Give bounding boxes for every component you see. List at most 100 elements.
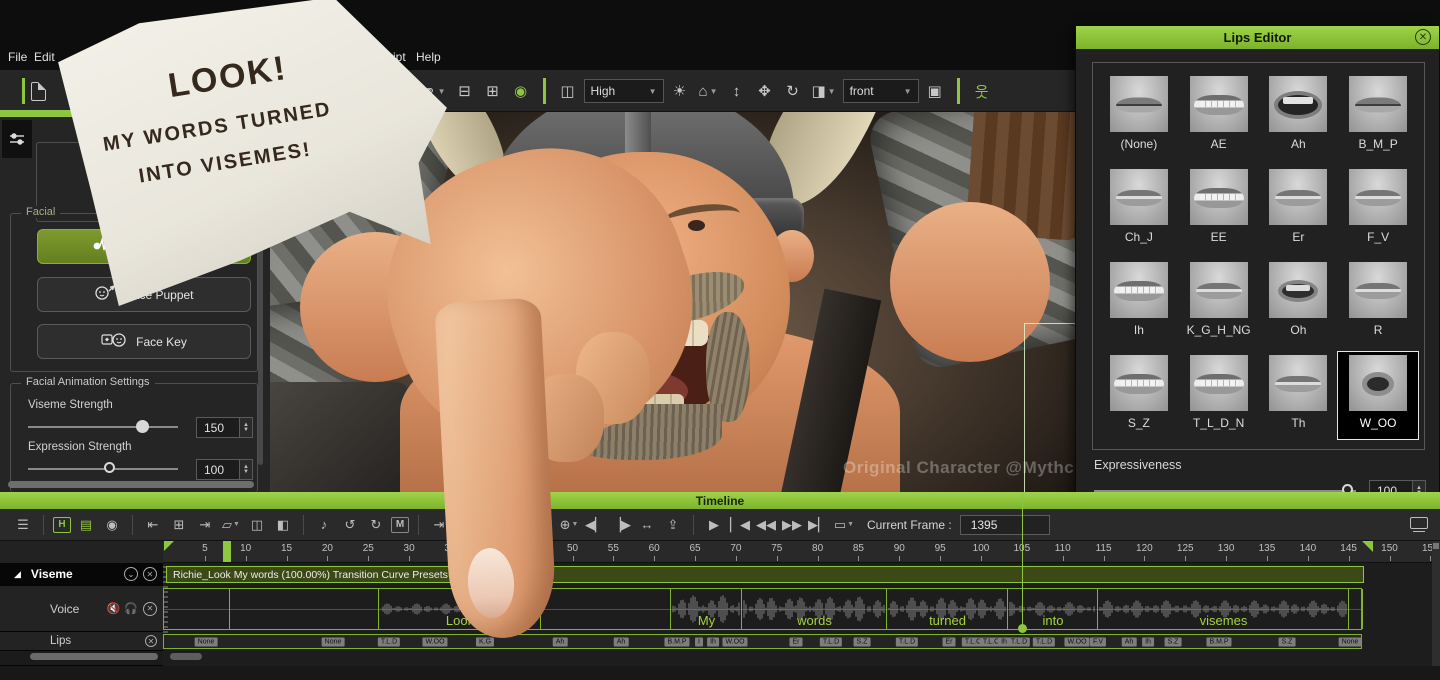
camera-view-dropdown[interactable]: front▼ bbox=[843, 79, 919, 103]
display-toggle-icon[interactable] bbox=[1410, 517, 1428, 529]
play-icon[interactable]: ▶ bbox=[703, 514, 725, 536]
character-icon[interactable]: 웃 bbox=[970, 78, 994, 104]
new-project-icon[interactable] bbox=[31, 82, 46, 101]
voice-segment-words[interactable]: words bbox=[742, 589, 887, 629]
voice-segment[interactable] bbox=[1349, 589, 1363, 629]
split-icon[interactable]: ◫ bbox=[246, 514, 268, 536]
lip-key-ah[interactable]: Ah bbox=[1122, 637, 1137, 646]
voice-clip[interactable]: LookMywordsturnedintovisemes bbox=[163, 588, 1362, 630]
move-icon[interactable]: ✥ bbox=[752, 78, 776, 104]
music-note-icon[interactable]: ♪ bbox=[313, 514, 335, 536]
object-tracks-icon[interactable]: ◉ bbox=[101, 514, 123, 536]
timeline-ruler[interactable]: 5101520253035404550556065707580859095100… bbox=[163, 541, 1432, 563]
lip-key-i[interactable]: I bbox=[695, 637, 703, 646]
remove-voice-icon[interactable]: ✕ bbox=[143, 602, 157, 616]
lip-key-ih[interactable]: Ih bbox=[707, 637, 719, 646]
viseme-cell-w_oo[interactable]: W_OO bbox=[1338, 352, 1418, 439]
expression-strength-value[interactable]: 100 bbox=[196, 459, 240, 480]
play-to-left-icon[interactable]: ◀▏ bbox=[584, 514, 606, 536]
lip-key-s.z[interactable]: S.Z bbox=[854, 637, 871, 646]
menu-edit[interactable]: Edit bbox=[34, 50, 55, 64]
viseme-cell-ch_j[interactable]: Ch_J bbox=[1099, 166, 1179, 253]
next-break-icon[interactable]: ⇥ bbox=[194, 514, 216, 536]
voice-segment-visemes[interactable]: visemes bbox=[1098, 589, 1349, 629]
lip-key-none[interactable]: None bbox=[322, 637, 345, 646]
viseme-cell-k_g_h_ng[interactable]: K_G_H_NG bbox=[1179, 259, 1259, 346]
remove-lips-icon[interactable]: ✕ bbox=[145, 635, 157, 647]
light-icon[interactable]: ☀ bbox=[668, 78, 692, 104]
mute-speaker-icon[interactable]: 🔇 bbox=[107, 602, 121, 615]
lips-editor-titlebar[interactable]: Lips Editor ✕ bbox=[1076, 26, 1439, 49]
lip-key-b.m.p[interactable]: B.M.P bbox=[664, 637, 689, 646]
lip-key-t.l.d[interactable]: T.L.D bbox=[896, 637, 918, 646]
voice-segment[interactable] bbox=[541, 589, 671, 629]
viseme-clip[interactable]: Richie_Look My words (100.00%) Transitio… bbox=[166, 566, 1364, 583]
lip-key-none[interactable]: None bbox=[195, 637, 218, 646]
left-panel-vscrollbar[interactable] bbox=[258, 235, 263, 465]
playhead-dot[interactable] bbox=[1018, 624, 1027, 633]
lips-clip[interactable]: NoneNoneT.L.DW.OOK.GAhAhB.M.PIIhW.OOErT.… bbox=[163, 634, 1362, 649]
current-frame-input[interactable]: 1395 bbox=[960, 515, 1050, 535]
face-key-button[interactable]: Face Key bbox=[37, 324, 251, 359]
headphones-icon[interactable]: 🎧 bbox=[124, 602, 138, 615]
viseme-cell-r[interactable]: R bbox=[1338, 259, 1418, 346]
range-select-icon[interactable]: ▭▼ bbox=[833, 514, 855, 536]
timeline-titlebar[interactable]: Timeline bbox=[0, 492, 1440, 509]
close-icon[interactable]: ✕ bbox=[1415, 29, 1431, 45]
home-view-icon[interactable]: ⌂▼ bbox=[696, 78, 721, 104]
go-start-icon[interactable]: ▏◀ bbox=[729, 514, 751, 536]
lip-key-t.l.d[interactable]: T.L.D bbox=[1008, 637, 1030, 646]
lip-key-ih[interactable]: Ih bbox=[1142, 637, 1154, 646]
lip-key-er[interactable]: Er bbox=[790, 637, 803, 646]
prev-frame-icon[interactable]: ◀◀ bbox=[755, 514, 777, 536]
lip-key-t.l.d[interactable]: T.L.D bbox=[820, 637, 842, 646]
left-panel-hscrollbar[interactable] bbox=[8, 481, 254, 488]
track-list-icon[interactable]: ☰ bbox=[12, 514, 34, 536]
collect-clip-icon[interactable]: H bbox=[53, 517, 71, 533]
scene-panel-icon[interactable]: ◫ bbox=[556, 78, 580, 104]
prev-break-icon[interactable]: ⇤ bbox=[142, 514, 164, 536]
lip-key-s.z[interactable]: S.Z bbox=[1165, 637, 1182, 646]
viseme-strength-slider[interactable] bbox=[28, 417, 178, 437]
timeline-hscrollbar[interactable] bbox=[170, 653, 202, 660]
lip-key-ah[interactable]: Ah bbox=[553, 637, 568, 646]
add-break-icon[interactable]: ⊞ bbox=[168, 514, 190, 536]
viseme-cell-th[interactable]: Th bbox=[1259, 352, 1339, 439]
lip-key-f.v[interactable]: F.V bbox=[1090, 637, 1106, 646]
chevron-down-icon[interactable]: ⌄ bbox=[124, 567, 138, 581]
range-panel-icon[interactable]: ◧ bbox=[272, 514, 294, 536]
send-to-layer-icon[interactable]: ⊞ bbox=[481, 78, 505, 104]
viseme-cell-f_v[interactable]: F_V bbox=[1338, 166, 1418, 253]
lip-key-w.oo[interactable]: W.OO bbox=[722, 637, 747, 646]
expression-strength-slider[interactable] bbox=[28, 459, 178, 479]
expression-strength-handle[interactable] bbox=[104, 462, 115, 473]
voice-segment[interactable] bbox=[230, 589, 379, 629]
lip-key-ah[interactable]: Ah bbox=[614, 637, 629, 646]
rotate-icon[interactable]: ↻ bbox=[780, 78, 804, 104]
quality-dropdown[interactable]: High▼ bbox=[584, 79, 664, 103]
viseme-cell-b_m_p[interactable]: B_M_P bbox=[1338, 73, 1418, 160]
label-column-scrollbar[interactable] bbox=[30, 653, 158, 660]
play-to-right-icon[interactable]: ▕▶ bbox=[610, 514, 632, 536]
viseme-cell-ah[interactable]: Ah bbox=[1259, 73, 1339, 160]
viseme-cell-ih[interactable]: Ih bbox=[1099, 259, 1179, 346]
lip-key-w.oo[interactable]: W.OO bbox=[1064, 637, 1089, 646]
mask-icon[interactable]: ▱▼ bbox=[220, 514, 242, 536]
ghost-icon[interactable]: ◨▼ bbox=[808, 78, 838, 104]
visibility-eye-icon[interactable]: ◉ bbox=[509, 78, 533, 104]
viseme-cell-oh[interactable]: Oh bbox=[1259, 259, 1339, 346]
lip-key-t.l.d[interactable]: T.L.D bbox=[1033, 637, 1055, 646]
motion-icon[interactable]: M bbox=[391, 517, 409, 533]
loop-icon[interactable]: ↺ bbox=[339, 514, 361, 536]
viseme-cell-er[interactable]: Er bbox=[1259, 166, 1339, 253]
collapse-triangle-icon[interactable]: ◢ bbox=[14, 569, 21, 580]
flatten-icon[interactable]: ▤ bbox=[75, 514, 97, 536]
adjust-sliders-icon[interactable] bbox=[2, 120, 32, 158]
voice-track-label-row[interactable]: Voice 🔇 🎧 ✕ bbox=[0, 586, 163, 632]
lip-key-t.l.d[interactable]: T.L.D bbox=[378, 637, 400, 646]
menu-help[interactable]: Help bbox=[416, 50, 441, 64]
range-marker[interactable] bbox=[223, 541, 231, 562]
expression-strength-spinner[interactable]: ▲▼ bbox=[240, 459, 253, 480]
playhead[interactable] bbox=[1022, 492, 1023, 630]
viseme-cell-none[interactable]: (None) bbox=[1099, 73, 1179, 160]
